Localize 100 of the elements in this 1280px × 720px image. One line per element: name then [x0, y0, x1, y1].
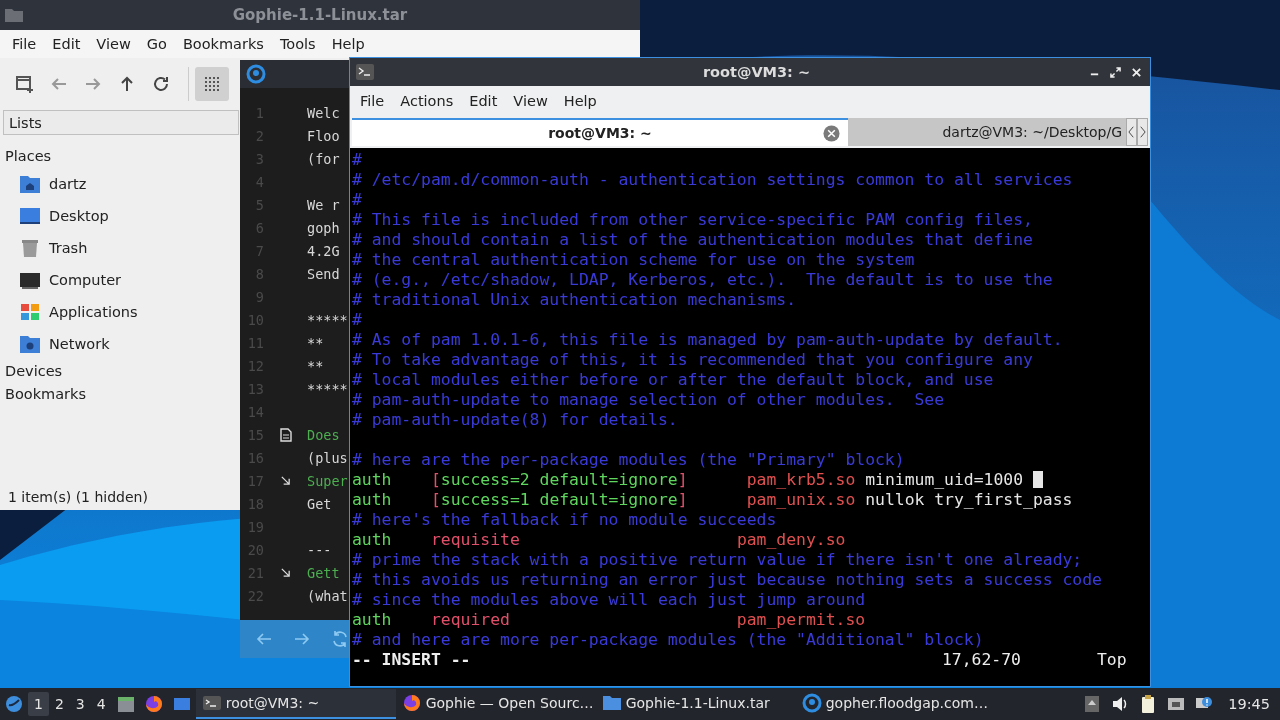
gopher-logo-icon [246, 64, 266, 84]
task-button[interactable]: root@VM3: ~ [195, 689, 396, 719]
workspace-button[interactable]: 2 [48, 692, 70, 716]
menu-item[interactable]: Bookmarks [174, 36, 272, 52]
window-title: Gophie-1.1-Linux.tar [232, 6, 409, 24]
page-text: ** [307, 334, 324, 351]
new-tab-icon [15, 74, 35, 94]
menu-item[interactable]: Tools [271, 36, 324, 52]
menu-item[interactable]: Help [323, 36, 373, 52]
sidebar-item[interactable]: Computer [5, 264, 122, 296]
document-icon [279, 427, 292, 442]
menu-item[interactable]: View [505, 93, 556, 109]
browser-icon [401, 693, 422, 713]
sidebar-item[interactable]: dartz [5, 168, 87, 200]
maximize-icon[interactable] [1110, 66, 1121, 78]
clock: 19:45 [1228, 696, 1270, 712]
code-line: # this avoids us returning an error just because nothing sets a success code [352, 570, 1102, 590]
status-text: 1 item(s) (1 hidden) [8, 489, 148, 505]
terminal-tab[interactable]: root@VM3: ~ [352, 118, 848, 146]
workspace-button[interactable]: 3 [69, 692, 91, 716]
code-line: # prime the stack with a positive return value if there isn't one already; [352, 550, 1083, 570]
menu-item[interactable]: Actions [392, 93, 462, 109]
task-button[interactable]: gopher.floodgap.com… [795, 689, 996, 719]
page-text: Welc [307, 104, 340, 121]
sidebar-item[interactable]: Network [5, 328, 110, 360]
link-arrow-icon [280, 567, 291, 578]
network-folder-icon [19, 334, 41, 354]
close-tab-icon[interactable] [823, 124, 840, 142]
code-line: # To take advantage of this, it is recommended that you configure any [352, 350, 1033, 370]
terminal-icon [201, 693, 222, 713]
code-line: # pam-auth-update(8) for details. [352, 410, 678, 430]
code-line: auth requisite pam_deny.so [352, 530, 846, 550]
panel-mode-selector[interactable]: Lists [3, 110, 239, 135]
icon-view-button[interactable] [195, 67, 229, 101]
sidebar-item[interactable]: Trash [5, 232, 88, 264]
menu-item[interactable]: File [352, 93, 393, 109]
code-line: # the central authentication scheme for use on the system [352, 250, 915, 270]
code-line: # As of pam 1.0.1-6, this file is managed by pam-auth-update by default. [352, 330, 1063, 350]
scroll-right-button[interactable] [1137, 118, 1148, 146]
page-text: Get [307, 495, 332, 512]
trash-icon [19, 238, 41, 258]
page-text: ** [307, 357, 324, 374]
sidebar-item[interactable]: Desktop [5, 200, 109, 232]
scroll-position: Top [1097, 650, 1127, 670]
window-title: root@VM3: ~ [701, 64, 811, 80]
reload-icon [151, 74, 171, 94]
terminal-icon [356, 64, 374, 80]
page-text: ***** [307, 311, 348, 328]
code-line: # here's the fallback if no module succeeds [352, 510, 777, 530]
task-button[interactable]: Gophie-1.1-Linux.tar [595, 689, 796, 719]
menu-item[interactable]: Go [138, 36, 175, 52]
terminal-tab[interactable]: dartz@VM3: ~/Desktop/G [848, 118, 1126, 146]
monitor-icon [19, 270, 41, 290]
code-line: auth [success=2 default=ignore] pam_krb5.so minimum_uid=1000 [352, 470, 1024, 490]
workspace-button[interactable]: 1 [28, 692, 49, 716]
scroll-left-button[interactable] [1126, 118, 1137, 146]
page-text: (for [307, 150, 340, 167]
gopher-link[interactable]: Does [307, 426, 340, 443]
page-text: Floo [307, 127, 340, 144]
page-text: Send [307, 265, 340, 282]
app-grid-icon [19, 302, 41, 322]
editor-mode: -- INSERT -- [352, 650, 472, 670]
page-text: (what [307, 587, 348, 604]
menu-item[interactable]: View [88, 36, 139, 52]
chevron-right-icon [1139, 125, 1146, 139]
chevron-left-icon [1128, 125, 1135, 139]
code-line: # and should contain a list of the authentication modules that define [352, 230, 1033, 250]
code-line: auth required pam_permit.so [352, 610, 866, 630]
section-header[interactable]: Places [5, 145, 52, 168]
link-arrow-icon [280, 475, 291, 486]
page-text: We r [307, 196, 340, 213]
browser-icon[interactable] [143, 694, 164, 714]
section-header[interactable]: Devices [5, 360, 63, 383]
task-button[interactable]: Gophie — Open Sourc… [395, 689, 596, 719]
home-folder-icon [19, 174, 41, 194]
sidebar-item[interactable]: Applications [5, 296, 138, 328]
menu-item[interactable]: Edit [461, 93, 506, 109]
folder-icon [4, 7, 24, 23]
gopher-link[interactable]: Super [307, 472, 348, 489]
page-text: goph [307, 219, 340, 236]
page-text: --- [307, 541, 332, 558]
code-line: # [352, 190, 362, 210]
code-line: # here are the per-package modules (the "Primary" block) [352, 450, 905, 470]
code-line: # [352, 310, 362, 330]
menu-item[interactable]: Edit [44, 36, 89, 52]
gopher-link[interactable]: Gett [307, 564, 340, 581]
code-line: # (e.g., /etc/shadow, LDAP, Kerberos, etc.). The default is to use the [352, 270, 1053, 290]
close-icon[interactable] [1131, 66, 1142, 78]
code-line: # pam-auth-update to manage selection of other modules. See [352, 390, 945, 410]
section-header[interactable]: Bookmarks [5, 383, 86, 406]
file-manager-icon[interactable] [115, 694, 136, 714]
code-line: # [352, 150, 362, 170]
start-menu-icon[interactable] [4, 694, 24, 714]
menu-item[interactable]: Help [555, 93, 605, 109]
cursor-position: 17,62-70 [942, 650, 1022, 670]
folder-icon [601, 693, 622, 713]
menu-item[interactable]: File [4, 36, 45, 52]
workspace-button[interactable]: 4 [90, 692, 112, 716]
page-text: 4.2G [307, 242, 340, 259]
code-line: # traditional Unix authentication mechanisms. [352, 290, 797, 310]
